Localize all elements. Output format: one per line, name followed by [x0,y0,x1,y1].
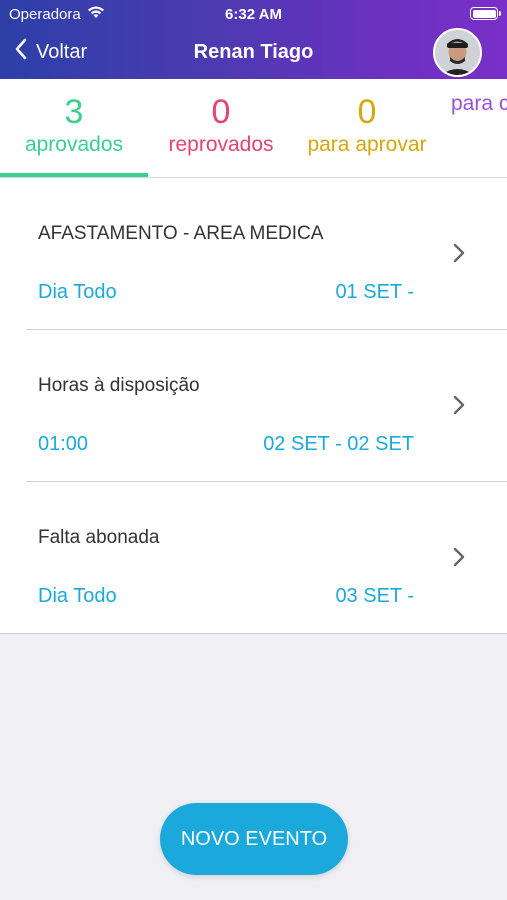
status-bar: Operadora 6:32 AM [0,0,507,28]
event-date-range: 02 SET - 02 SET [263,433,414,455]
event-title: Falta abonada [38,527,160,548]
tab-reprovados[interactable]: 0 reprovados [148,79,294,177]
page-title: Renan Tiago [193,41,314,63]
status-time: 6:32 AM [225,6,282,23]
tab-para-aprovar[interactable]: 0 para aprovar [294,79,440,177]
list-item[interactable]: Falta abonada Dia Todo 03 SET - [0,482,507,634]
event-title: Horas à disposição [38,375,200,396]
list-item[interactable]: AFASTAMENTO - AREA MEDICA Dia Todo 01 SE… [0,178,507,330]
event-title: AFASTAMENTO - AREA MEDICA [38,223,324,244]
event-date-range: 03 SET - [335,585,414,607]
list-item[interactable]: Horas à disposição 01:00 02 SET - 02 SET [0,330,507,482]
battery-icon [470,7,501,20]
status-tabs: 3 aprovados 0 reprovados 0 para aprovar … [0,79,507,178]
new-event-button[interactable]: NOVO EVENTO [160,803,348,875]
tab-aprovados[interactable]: 3 aprovados [0,79,148,177]
chevron-right-icon [453,395,465,420]
event-date-range: 01 SET - [335,281,414,303]
tab-count: 0 [211,93,231,131]
tab-count: 0 [357,93,377,131]
avatar[interactable] [433,28,482,77]
tab-label: para aprovar [307,133,427,156]
event-list: AFASTAMENTO - AREA MEDICA Dia Todo 01 SE… [0,178,507,634]
app-header: Operadora 6:32 AM Voltar Renan Tiago [0,0,507,79]
chevron-right-icon [453,547,465,572]
tab-para-c[interactable]: para c [451,79,507,177]
event-duration: Dia Todo [38,585,117,607]
event-duration: 01:00 [38,433,89,455]
chevron-right-icon [453,243,465,268]
nav-bar: Voltar Renan Tiago [0,28,507,79]
tab-count: 3 [64,93,84,131]
tab-label: reprovados [168,133,274,156]
event-duration: Dia Todo [38,281,117,303]
tab-label: aprovados [24,133,124,156]
tab-label: para c [451,92,507,115]
